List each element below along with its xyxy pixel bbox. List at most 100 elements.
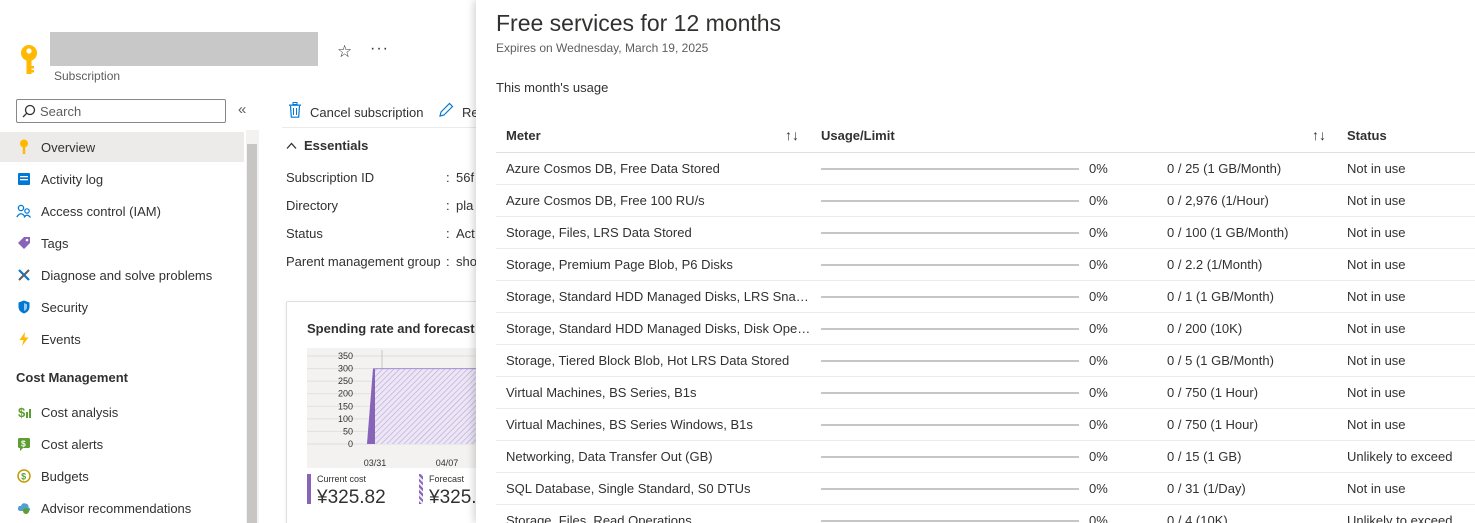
essentials-separator: : bbox=[446, 226, 450, 241]
y-tick-label: 250 bbox=[338, 376, 353, 386]
nav-item-access-control[interactable]: Access control (IAM) bbox=[0, 196, 244, 226]
expiry-date: Expires on Wednesday, March 19, 2025 bbox=[496, 41, 709, 55]
usage-limit: 0 / 200 (10K) bbox=[1167, 321, 1243, 336]
key-icon bbox=[16, 139, 32, 155]
usage-status: Not in use bbox=[1347, 161, 1406, 176]
sort-usage-icon[interactable]: ↑↓ bbox=[1312, 127, 1326, 143]
menu-search-input[interactable] bbox=[40, 102, 220, 120]
resource-type-label: Subscription bbox=[54, 69, 121, 83]
cancel-subscription-button[interactable]: Cancel subscription bbox=[288, 102, 423, 122]
free-services-panel: Free services for 12 months Expires on W… bbox=[476, 0, 1475, 523]
usage-limit: 0 / 750 (1 Hour) bbox=[1167, 417, 1259, 432]
y-tick-label: 300 bbox=[338, 364, 353, 374]
nav-item-security[interactable]: Security bbox=[0, 292, 244, 322]
nav-item-diagnose[interactable]: Diagnose and solve problems bbox=[0, 260, 244, 290]
table-row[interactable]: Storage, Standard HDD Managed Disks, Dis… bbox=[496, 313, 1475, 345]
panel-title: Free services for 12 months bbox=[496, 10, 782, 36]
usage-status: Not in use bbox=[1347, 289, 1406, 304]
budgets-icon: $ bbox=[16, 468, 32, 484]
meter-name: Azure Cosmos DB, Free Data Stored bbox=[506, 161, 720, 176]
usage-progress-bar bbox=[821, 200, 1079, 202]
table-row[interactable]: Virtual Machines, BS Series Windows, B1s… bbox=[496, 409, 1475, 441]
essentials-label-status: Status bbox=[286, 226, 323, 241]
meter-name: Virtual Machines, BS Series, B1s bbox=[506, 385, 697, 400]
usage-progress-bar bbox=[821, 168, 1079, 170]
trash-icon bbox=[288, 102, 302, 122]
lightning-icon bbox=[16, 331, 32, 347]
spending-chart-svg: 350 300 250 200 150 100 50 0 03/31 04/07 bbox=[307, 348, 476, 468]
usage-percent: 0% bbox=[1089, 385, 1108, 400]
nav-item-events[interactable]: Events bbox=[0, 324, 244, 354]
more-options-icon[interactable]: ··· bbox=[370, 40, 389, 58]
usage-status: Unlikely to exceed bbox=[1347, 449, 1453, 464]
nav-item-label: Cost alerts bbox=[41, 436, 104, 452]
overview-content: Cancel subscription Re Essentials Subscr… bbox=[260, 92, 476, 523]
menu-scrollbar[interactable] bbox=[246, 130, 259, 523]
usage-limit: 0 / 15 (1 GB) bbox=[1167, 449, 1242, 464]
spending-card[interactable]: Spending rate and forecast 350 300 250 200 1… bbox=[286, 301, 476, 523]
usage-status: Not in use bbox=[1347, 385, 1406, 400]
x-tick-label: 03/31 bbox=[364, 458, 387, 468]
svg-text:$: $ bbox=[21, 472, 26, 482]
usage-percent: 0% bbox=[1089, 353, 1108, 368]
column-header-status[interactable]: Status bbox=[1347, 128, 1387, 143]
meter-name: Azure Cosmos DB, Free 100 RU/s bbox=[506, 193, 705, 208]
nav-item-tags[interactable]: Tags bbox=[0, 228, 244, 258]
nav-item-advisor[interactable]: Advisor recommendations bbox=[0, 493, 244, 523]
essentials-toggle[interactable]: Essentials bbox=[286, 138, 368, 153]
usage-status: Not in use bbox=[1347, 257, 1406, 272]
favorite-star-icon[interactable]: ☆ bbox=[337, 42, 352, 62]
usage-status: Not in use bbox=[1347, 321, 1406, 336]
meter-name: SQL Database, Single Standard, S0 DTUs bbox=[506, 481, 751, 496]
cost-analysis-icon: $ bbox=[16, 404, 32, 420]
essentials-title: Essentials bbox=[304, 138, 369, 153]
usage-percent: 0% bbox=[1089, 513, 1108, 523]
column-header-meter[interactable]: Meter bbox=[506, 128, 541, 143]
table-row[interactable]: Storage, Premium Page Blob, P6 Disks 0% 0 … bbox=[496, 249, 1475, 281]
usage-status: Not in use bbox=[1347, 193, 1406, 208]
usage-progress-bar bbox=[821, 232, 1079, 234]
usage-limit: 0 / 31 (1/Day) bbox=[1167, 481, 1246, 496]
pencil-icon bbox=[438, 102, 454, 122]
nav-item-cost-alerts[interactable]: $ Cost alerts bbox=[0, 429, 244, 459]
nav-item-overview[interactable]: Overview bbox=[0, 132, 244, 162]
redacted-subscription-name bbox=[50, 32, 318, 66]
usage-progress-bar bbox=[821, 424, 1079, 426]
table-row[interactable]: Networking, Data Transfer Out (GB) 0% 0 / … bbox=[496, 441, 1475, 473]
usage-progress-bar bbox=[821, 328, 1079, 330]
table-row[interactable]: Virtual Machines, BS Series, B1s 0% 0 / 75… bbox=[496, 377, 1475, 409]
rename-button[interactable]: Re bbox=[438, 102, 476, 122]
table-row[interactable]: SQL Database, Single Standard, S0 DTUs 0%… bbox=[496, 473, 1475, 505]
usage-percent: 0% bbox=[1089, 321, 1108, 336]
menu-search-box[interactable] bbox=[16, 99, 226, 123]
table-row[interactable]: Storage, Files, LRS Data Stored 0% 0 / 100… bbox=[496, 217, 1475, 249]
essentials-value-subscription-id: 56f bbox=[456, 170, 475, 185]
collapse-menu-icon[interactable]: « bbox=[238, 101, 246, 118]
meter-name: Networking, Data Transfer Out (GB) bbox=[506, 449, 713, 464]
essentials-label-parent-group: Parent management group bbox=[286, 254, 441, 269]
table-row[interactable]: Storage, Tiered Block Blob, Hot LRS Data… bbox=[496, 345, 1475, 377]
nav-item-cost-analysis[interactable]: $ Cost analysis bbox=[0, 397, 244, 427]
usage-percent: 0% bbox=[1089, 289, 1108, 304]
table-row[interactable]: Azure Cosmos DB, Free Data Stored 0% 0 / 2… bbox=[496, 153, 1475, 185]
menu-scrollbar-thumb[interactable] bbox=[247, 144, 257, 523]
meter-name: Storage, Tiered Block Blob, Hot LRS Data… bbox=[506, 353, 790, 368]
nav-item-activity-log[interactable]: Activity log bbox=[0, 164, 244, 194]
y-tick-label: 100 bbox=[338, 414, 353, 424]
sort-meter-icon[interactable]: ↑↓ bbox=[785, 127, 799, 143]
y-tick-label: 350 bbox=[338, 351, 353, 361]
table-header: Meter ↑↓ Usage/Limit ↑↓ Status bbox=[496, 119, 1475, 153]
table-row[interactable]: Storage, Files, Read Operations 0% 0 / 4 (… bbox=[496, 505, 1475, 523]
table-row[interactable]: Storage, Standard HDD Managed Disks, LRS… bbox=[496, 281, 1475, 313]
column-header-usage[interactable]: Usage/Limit bbox=[821, 128, 895, 143]
advisor-icon bbox=[16, 500, 32, 516]
table-row[interactable]: Azure Cosmos DB, Free 100 RU/s 0% 0 / 2,97… bbox=[496, 185, 1475, 217]
nav-item-budgets[interactable]: $ Budgets bbox=[0, 461, 244, 491]
x-tick-label: 04/07 bbox=[436, 458, 459, 468]
usage-status: Not in use bbox=[1347, 225, 1406, 240]
forecast-area bbox=[367, 368, 476, 444]
essentials-value-directory: pla bbox=[456, 198, 474, 213]
nav-item-label: Events bbox=[41, 331, 81, 347]
meter-name: Storage, Standard HDD Managed Disks, Dis… bbox=[506, 321, 812, 336]
legend-forecast-label: Forecast bbox=[429, 474, 465, 484]
